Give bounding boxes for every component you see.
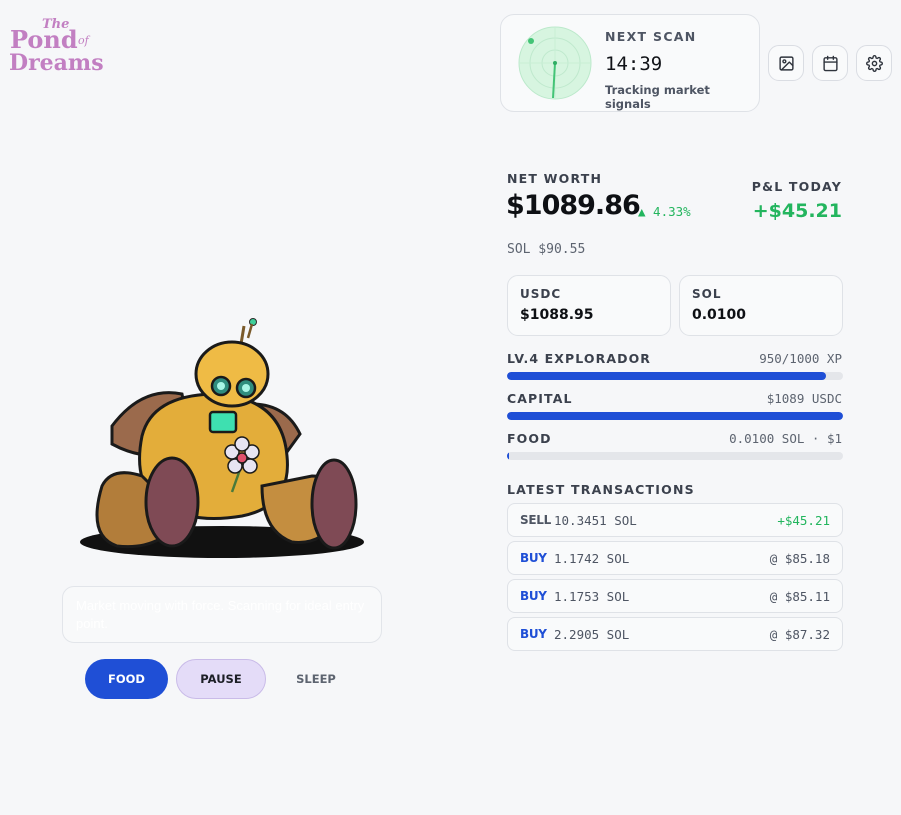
calendar-button[interactable]	[812, 45, 848, 81]
transaction-type: SELL	[520, 513, 551, 527]
level-xp: 950/1000 XP	[759, 351, 842, 366]
food-label: FOOD	[507, 431, 552, 446]
scan-subtitle: Tracking market signals	[605, 83, 710, 111]
net-worth-label: NET WORTH	[507, 171, 603, 186]
pnl-today-value: +$45.21	[752, 200, 842, 222]
capital-label: CAPITAL	[507, 391, 573, 406]
transaction-amount: 1.1753 SOL	[554, 589, 630, 604]
capital-value: $1089 USDC	[766, 391, 842, 406]
image-icon	[778, 55, 794, 71]
next-scan-time: 14:39	[605, 53, 663, 75]
net-worth-value: $1089.86	[506, 190, 641, 221]
transaction-row: BUY 1.1753 SOL @ $85.11	[507, 579, 843, 613]
usdc-label: USDC	[520, 287, 562, 301]
svg-text:of: of	[78, 34, 91, 47]
gallery-button[interactable]	[768, 45, 804, 81]
status-message: Market moving with force. Scanning for i…	[62, 586, 382, 643]
transaction-price: @ $87.32	[769, 627, 830, 642]
sol-balance-card: SOL 0.0100	[679, 275, 843, 336]
food-progress-bar	[507, 452, 843, 460]
usdc-balance-card: USDC $1088.95	[507, 275, 671, 336]
net-worth-change: ▲ 4.33%	[638, 204, 691, 219]
radar-icon	[517, 25, 593, 101]
usdc-value: $1088.95	[520, 307, 594, 323]
transaction-row: BUY 1.1742 SOL @ $85.18	[507, 541, 843, 575]
logo: The Pond of Dreams	[8, 10, 103, 72]
next-scan-card: NEXT SCAN 14:39 Tracking market signals	[500, 14, 760, 112]
transaction-price: @ $85.18	[769, 551, 830, 566]
transaction-type: BUY	[520, 589, 547, 603]
latest-transactions-title: LATEST TRANSACTIONS	[507, 482, 695, 497]
transaction-row: SELL 10.3451 SOL +$45.21	[507, 503, 843, 537]
xp-progress-fill	[507, 372, 827, 380]
xp-progress-bar	[507, 372, 843, 380]
gear-icon	[865, 54, 883, 72]
level-label: LV.4 EXPLORADOR	[507, 351, 652, 366]
capital-progress-fill	[507, 412, 843, 420]
transaction-type: BUY	[520, 551, 547, 565]
sol-label: SOL	[692, 287, 722, 301]
pause-button[interactable]: PAUSE	[176, 659, 266, 699]
capital-progress-bar	[507, 412, 843, 420]
transaction-row: BUY 2.2905 SOL @ $87.32	[507, 617, 843, 651]
pnl-today-label: P&L TODAY	[751, 179, 842, 194]
transaction-price: @ $85.11	[769, 589, 830, 604]
food-progress-fill	[507, 452, 509, 460]
sleep-button[interactable]: SLEEP	[278, 659, 354, 699]
sol-value: 0.0100	[692, 307, 747, 323]
svg-text:Dreams: Dreams	[9, 50, 103, 72]
transaction-price: +$45.21	[777, 513, 830, 528]
calendar-icon	[822, 55, 838, 71]
robot-mascot	[72, 316, 372, 564]
next-scan-label: NEXT SCAN	[605, 29, 697, 44]
food-button[interactable]: FOOD	[85, 659, 168, 699]
food-value: 0.0100 SOL · $1	[729, 431, 842, 446]
transaction-amount: 2.2905 SOL	[554, 627, 630, 642]
transaction-type: BUY	[520, 627, 547, 641]
transaction-amount: 1.1742 SOL	[554, 551, 630, 566]
sol-price: SOL $90.55	[507, 242, 586, 257]
transaction-amount: 10.3451 SOL	[554, 513, 637, 528]
settings-button[interactable]	[856, 45, 892, 81]
